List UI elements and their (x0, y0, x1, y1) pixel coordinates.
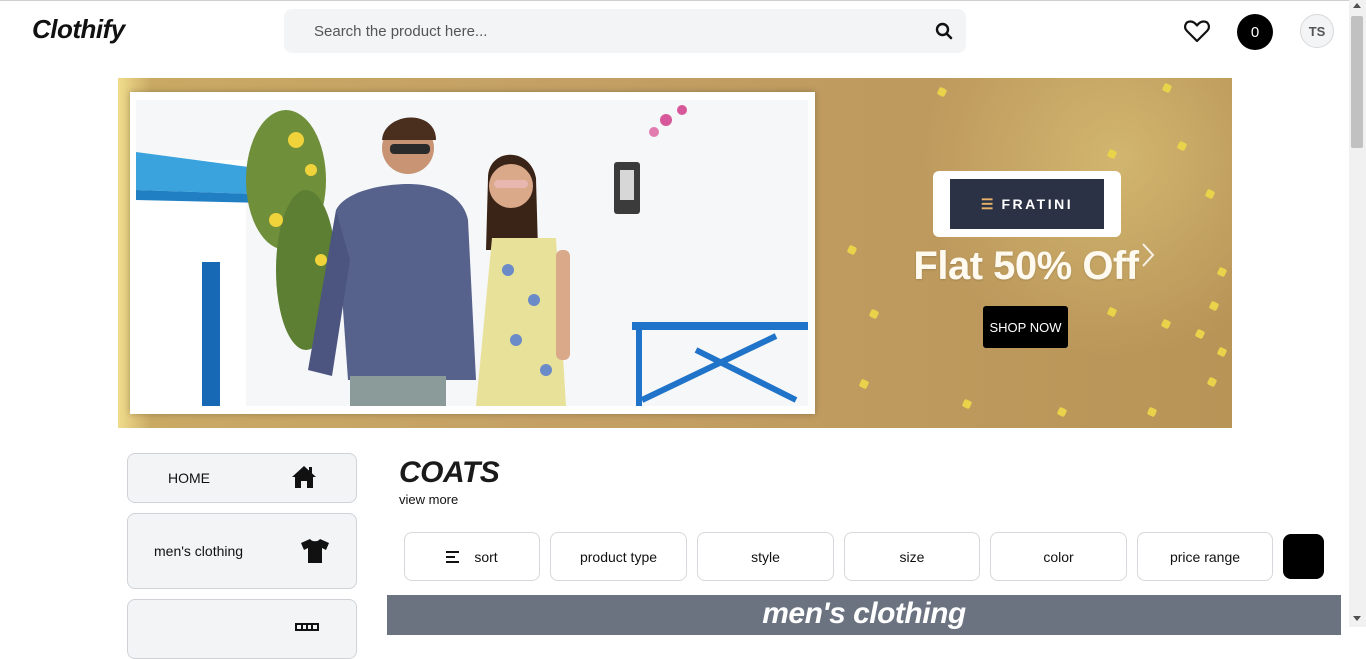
search-icon (935, 22, 953, 40)
confetti-dot (1056, 406, 1068, 418)
scroll-thumb[interactable] (1351, 16, 1363, 148)
scroll-down-arrow-icon[interactable] (1353, 616, 1361, 621)
brand-mark-icon: ☰ (980, 195, 994, 212)
confetti-dot (1216, 266, 1228, 278)
sidebar-item-mens-clothing[interactable]: men's clothing (127, 513, 357, 589)
confetti-dot (858, 378, 870, 390)
confetti-dot (1160, 318, 1172, 330)
offer-headline: Flat 50% Off (913, 244, 1139, 288)
search-input[interactable] (284, 9, 922, 53)
search-button[interactable] (922, 9, 966, 53)
top-border (0, 0, 1366, 1)
carousel-next-button[interactable] (1138, 240, 1158, 270)
confetti-dot (1204, 188, 1216, 200)
filter-label: sort (474, 548, 498, 565)
confetti-dot (1176, 140, 1188, 152)
confetti-dot (1206, 376, 1218, 388)
filter-size[interactable]: size (844, 532, 980, 581)
site-logo[interactable]: Clothify (32, 14, 125, 45)
filter-apply-button[interactable] (1283, 534, 1324, 579)
filter-label: size (899, 548, 925, 565)
confetti-dot (1106, 306, 1118, 318)
filter-label: style (751, 548, 780, 565)
brand-name: FRATINI (1001, 196, 1074, 212)
filter-style[interactable]: style (697, 532, 834, 581)
filter-label: product type (579, 548, 658, 565)
tshirt-icon (300, 538, 330, 564)
brand-logo-card: ☰ FRATINI (933, 171, 1121, 237)
brand-logo: ☰ FRATINI (950, 179, 1104, 229)
store-icon (294, 622, 320, 644)
confetti-dot (1146, 406, 1158, 418)
heart-icon (1184, 20, 1210, 43)
sidebar-item-label: HOME (168, 470, 210, 486)
confetti-dot (961, 398, 973, 410)
view-more-link[interactable]: view more (399, 492, 458, 507)
confetti-dot (868, 308, 880, 320)
confetti-dot (846, 244, 858, 256)
sidebar-item-home[interactable]: HOME (127, 453, 357, 503)
sort-icon (446, 550, 460, 563)
banner-photo (136, 100, 808, 406)
home-icon (290, 464, 318, 490)
filter-sort[interactable]: sort (404, 532, 540, 581)
confetti-dot (1208, 300, 1220, 312)
scroll-up-arrow-icon[interactable] (1353, 3, 1361, 8)
section-title: COATS (399, 456, 500, 489)
sidebar-item-store[interactable] (127, 599, 357, 659)
confetti-dot (1194, 328, 1206, 340)
sidebar-item-label: men's clothing (154, 543, 244, 559)
filter-label: color (1043, 548, 1074, 565)
confetti-dot (1216, 346, 1228, 358)
category-banner: men's clothing (387, 595, 1341, 635)
page-scrollbar[interactable] (1349, 0, 1366, 627)
user-avatar[interactable]: TS (1300, 14, 1334, 48)
filter-color[interactable]: color (990, 532, 1127, 581)
filter-label: price range (1169, 548, 1241, 565)
wishlist-button[interactable] (1182, 16, 1212, 46)
promo-banner[interactable]: ☰ FRATINI Flat 50% Off SHOP NOW (118, 78, 1232, 428)
search-bar (284, 9, 966, 53)
confetti-dot (1161, 82, 1173, 94)
couple-photo-illustration (136, 100, 808, 406)
chevron-right-icon (1142, 243, 1155, 267)
filter-product-type[interactable]: product type (550, 532, 687, 581)
cart-count-badge[interactable]: 0 (1237, 14, 1273, 50)
banner-photo-frame (130, 92, 815, 414)
category-banner-title: men's clothing (762, 597, 966, 630)
confetti-dot (1106, 148, 1118, 160)
confetti-dot (936, 86, 948, 98)
shop-now-button[interactable]: SHOP NOW (983, 306, 1068, 348)
filter-price-range[interactable]: price range (1137, 532, 1273, 581)
